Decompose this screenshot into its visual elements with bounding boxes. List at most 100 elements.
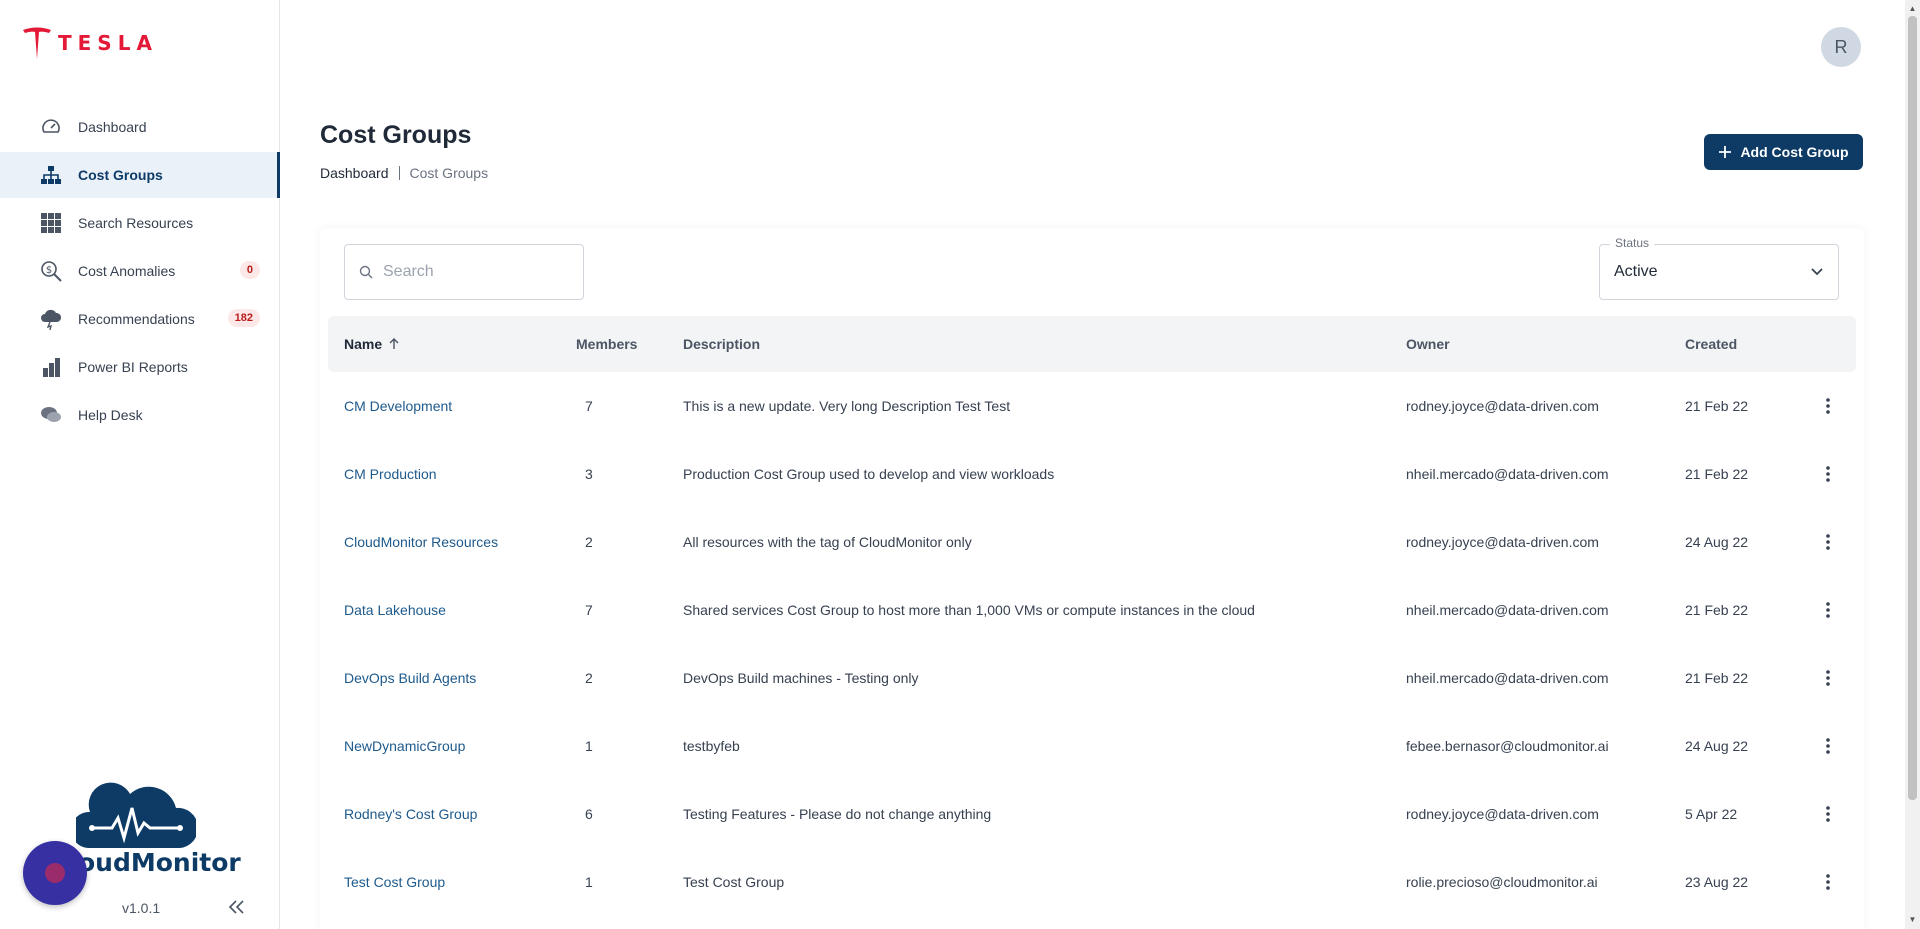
column-header-name[interactable]: Name xyxy=(344,336,400,352)
owner-email: febee.bernasor@cloudmonitor.ai xyxy=(1406,738,1609,754)
table-header: Name Members Description Owner Created xyxy=(328,316,1856,372)
table-row: Data Lakehouse 7 Shared services Cost Gr… xyxy=(328,576,1856,644)
table-row: Test Cost Group 1 Test Cost Group rolie.… xyxy=(328,848,1856,916)
members-count: 6 xyxy=(585,806,593,822)
row-actions-menu-button[interactable] xyxy=(1816,598,1840,622)
page-scrollbar[interactable]: ▲ ▼ xyxy=(1905,0,1920,929)
sidebar-item-label: Search Resources xyxy=(78,215,194,231)
search-box[interactable] xyxy=(344,244,584,300)
scroll-down-arrow-icon[interactable]: ▼ xyxy=(1908,914,1917,924)
row-actions-menu-button[interactable] xyxy=(1816,462,1840,486)
cost-group-name-link[interactable]: Data Lakehouse xyxy=(344,602,446,618)
description-text: Shared services Cost Group to host more … xyxy=(683,602,1255,618)
kebab-menu-icon xyxy=(1826,602,1830,618)
chat-launcher-button[interactable] xyxy=(23,841,87,905)
sidebar: TESLA Dashboard Cost Groups Search Resou… xyxy=(0,0,280,929)
table-row: Rodney's Cost Group 6 Testing Features -… xyxy=(328,780,1856,848)
sidebar-item-label: Dashboard xyxy=(78,119,147,135)
column-header-members[interactable]: Members xyxy=(576,336,637,352)
bar-chart-icon xyxy=(40,356,62,378)
table-row: CM Development 7 This is a new update. V… xyxy=(328,372,1856,440)
owner-email: rodney.joyce@data-driven.com xyxy=(1406,398,1599,414)
cost-group-name-link[interactable]: NewDynamicGroup xyxy=(344,738,465,754)
sidebar-item-help-desk[interactable]: Help Desk xyxy=(0,392,280,438)
owner-email: rodney.joyce@data-driven.com xyxy=(1406,534,1599,550)
column-header-created[interactable]: Created xyxy=(1685,336,1737,352)
row-actions-menu-button[interactable] xyxy=(1816,870,1840,894)
sidebar-item-cost-groups[interactable]: Cost Groups xyxy=(0,152,280,198)
scrollbar-thumb[interactable] xyxy=(1908,16,1917,800)
plus-icon xyxy=(1719,146,1732,158)
cost-group-name-link[interactable]: Test Cost Group xyxy=(344,874,445,890)
status-select-label: Status xyxy=(1610,236,1655,250)
sidebar-item-cost-anomalies[interactable]: $ Cost Anomalies 0 xyxy=(0,248,280,294)
double-chevron-left-icon xyxy=(228,900,244,914)
description-text: testbyfeb xyxy=(683,738,740,754)
row-actions-menu-button[interactable] xyxy=(1816,394,1840,418)
row-actions-menu-button[interactable] xyxy=(1816,666,1840,690)
kebab-menu-icon xyxy=(1826,670,1830,686)
table-row: CM Production 3 Production Cost Group us… xyxy=(328,440,1856,508)
sidebar-item-label: Cost Groups xyxy=(78,167,163,183)
search-input[interactable] xyxy=(383,263,573,281)
breadcrumb-home-link[interactable]: Dashboard xyxy=(320,165,389,181)
gauge-icon xyxy=(40,116,62,138)
description-text: Test Cost Group xyxy=(683,874,785,890)
sidebar-item-label: Help Desk xyxy=(78,407,143,423)
owner-email: rodney.joyce@data-driven.com xyxy=(1406,806,1599,822)
table-row: NewDynamicGroup 1 testbyfeb febee.bernas… xyxy=(328,712,1856,780)
created-date: 5 Apr 22 xyxy=(1685,806,1738,822)
column-header-description[interactable]: Description xyxy=(683,336,760,352)
cost-group-name-link[interactable]: CM Production xyxy=(344,466,437,482)
members-count: 7 xyxy=(585,602,593,618)
anomalies-count-badge: 0 xyxy=(239,261,260,279)
members-count: 3 xyxy=(585,466,593,482)
cost-group-name-link[interactable]: CM Development xyxy=(344,398,452,414)
owner-email: rolie.precioso@cloudmonitor.ai xyxy=(1406,874,1598,890)
status-select[interactable]: Status Active xyxy=(1599,236,1839,300)
kebab-menu-icon xyxy=(1826,874,1830,890)
sidebar-item-power-bi-reports[interactable]: Power BI Reports xyxy=(0,344,280,390)
chevron-down-icon xyxy=(1811,268,1823,276)
tesla-t-icon xyxy=(23,27,51,59)
description-text: This is a new update. Very long Descript… xyxy=(683,398,1011,414)
members-count: 2 xyxy=(585,534,593,550)
sidebar-item-label: Power BI Reports xyxy=(78,359,188,375)
collapse-sidebar-button[interactable] xyxy=(226,896,248,918)
chat-launcher-icon xyxy=(45,863,65,883)
table-row: DevOps Build Agents 2 DevOps Build machi… xyxy=(328,644,1856,712)
kebab-menu-icon xyxy=(1826,534,1830,550)
sidebar-item-search-resources[interactable]: Search Resources xyxy=(0,200,280,246)
logo-text: TESLA xyxy=(58,31,158,55)
sidebar-item-dashboard[interactable]: Dashboard xyxy=(0,104,280,150)
cost-group-name-link[interactable]: CloudMonitor Resources xyxy=(344,534,498,550)
sidebar-item-recommendations[interactable]: Recommendations 182 xyxy=(0,296,280,342)
add-cost-group-label: Add Cost Group xyxy=(1740,144,1849,160)
description-text: All resources with the tag of CloudMonit… xyxy=(683,534,972,550)
members-count: 1 xyxy=(585,738,593,754)
product-name: oudMonitor xyxy=(78,848,241,877)
row-actions-menu-button[interactable] xyxy=(1816,734,1840,758)
breadcrumb-current: Cost Groups xyxy=(409,165,489,181)
user-avatar[interactable]: R xyxy=(1821,27,1861,67)
row-actions-menu-button[interactable] xyxy=(1816,530,1840,554)
add-cost-group-button[interactable]: Add Cost Group xyxy=(1704,134,1863,170)
sidebar-item-label: Cost Anomalies xyxy=(78,263,176,279)
kebab-menu-icon xyxy=(1826,466,1830,482)
org-chart-icon xyxy=(40,164,62,186)
table-row: CloudMonitor Resources 2 All resources w… xyxy=(328,508,1856,576)
created-date: 21 Feb 22 xyxy=(1685,466,1749,482)
status-select-value: Active xyxy=(1614,263,1658,280)
app-root: TESLA Dashboard Cost Groups Search Resou… xyxy=(0,0,1920,929)
description-text: DevOps Build machines - Testing only xyxy=(683,670,919,686)
scroll-up-arrow-icon[interactable]: ▲ xyxy=(1908,3,1917,13)
row-actions-menu-button[interactable] xyxy=(1816,802,1840,826)
app-version: v1.0.1 xyxy=(122,900,161,916)
column-header-owner[interactable]: Owner xyxy=(1406,336,1450,352)
cost-group-name-link[interactable]: Rodney's Cost Group xyxy=(344,806,477,822)
kebab-menu-icon xyxy=(1826,738,1830,754)
tesla-logo[interactable]: TESLA xyxy=(22,26,158,60)
cost-group-name-link[interactable]: DevOps Build Agents xyxy=(344,670,476,686)
dollar-search-icon: $ xyxy=(40,260,62,282)
sidebar-nav: Dashboard Cost Groups Search Resources $… xyxy=(0,104,280,440)
